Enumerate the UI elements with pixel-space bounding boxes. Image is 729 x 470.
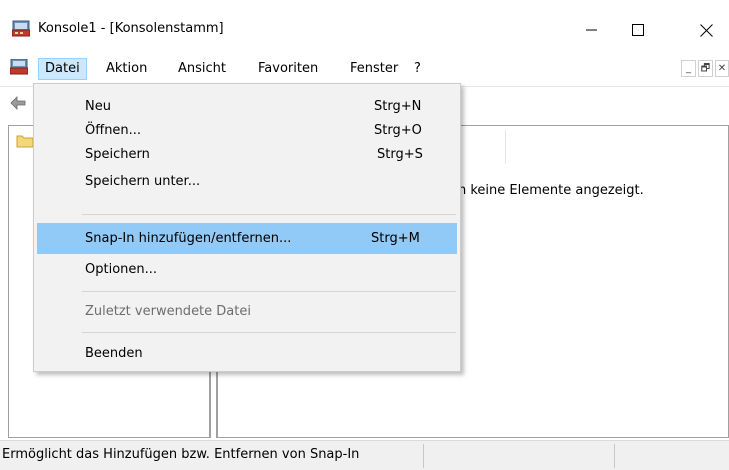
mmc-window: Konsole1 - [Konsolenstamm] Datei Aktion … bbox=[0, 0, 729, 470]
menu-item-speichern-unter[interactable]: Speichern unter... bbox=[37, 166, 457, 197]
menu-item-shortcut: Strg+O bbox=[374, 123, 422, 138]
window-title: Konsole1 - [Konsolenstamm] bbox=[38, 21, 224, 36]
maximize-button[interactable] bbox=[615, 15, 661, 45]
menu-item-label: Snap-In hinzufügen/entfernen... bbox=[85, 231, 292, 246]
menu-item-label: Speichern unter... bbox=[85, 174, 201, 189]
menu-ansicht[interactable]: Ansicht bbox=[172, 58, 232, 80]
menu-item-label: Neu bbox=[85, 99, 111, 114]
status-divider bbox=[423, 444, 424, 468]
menu-separator bbox=[82, 332, 456, 333]
file-menu: Neu Strg+N Öffnen... Strg+O Speichern St… bbox=[33, 83, 461, 372]
mmc-console-icon[interactable] bbox=[11, 20, 31, 37]
minimize-button[interactable] bbox=[569, 15, 615, 45]
menu-item-label: Optionen... bbox=[85, 262, 158, 277]
menu-item-snapin[interactable]: Snap-In hinzufügen/entfernen... Strg+M bbox=[37, 223, 457, 254]
menu-fenster[interactable]: Fenster bbox=[344, 58, 404, 80]
status-bar: Ermöglicht das Hinzufügen bzw. Entfernen… bbox=[0, 440, 729, 470]
mdi-close-button[interactable]: ✕ bbox=[715, 60, 729, 77]
folder-icon[interactable] bbox=[16, 134, 34, 152]
menu-item-shortcut: Strg+N bbox=[374, 99, 422, 114]
status-divider bbox=[614, 444, 615, 468]
menu-help[interactable]: ? bbox=[408, 58, 427, 80]
menu-item-shortcut: Strg+S bbox=[377, 147, 423, 162]
menu-item-label: Öffnen... bbox=[85, 123, 142, 138]
menu-separator bbox=[82, 214, 456, 215]
menu-item-label: Beenden bbox=[85, 346, 143, 361]
mdi-minimize-button[interactable]: _ bbox=[681, 60, 696, 77]
empty-message: n keine Elemente angezeigt. bbox=[458, 183, 644, 198]
menu-item-optionen[interactable]: Optionen... bbox=[37, 254, 457, 285]
menu-item-label: Speichern bbox=[85, 147, 150, 162]
status-text: Ermöglicht das Hinzufügen bzw. Entfernen… bbox=[2, 447, 360, 462]
title-bar[interactable]: Konsole1 - [Konsolenstamm] bbox=[0, 0, 729, 50]
menu-favoriten[interactable]: Favoriten bbox=[252, 58, 324, 80]
menu-datei[interactable]: Datei bbox=[38, 58, 87, 80]
menu-aktion[interactable]: Aktion bbox=[100, 58, 153, 80]
menu-bar: Datei Aktion Ansicht Favoriten Fenster ?… bbox=[0, 54, 729, 81]
menu-item-label: Zuletzt verwendete Datei bbox=[85, 304, 251, 319]
document-icon[interactable] bbox=[9, 58, 29, 75]
back-arrow-icon[interactable] bbox=[10, 96, 26, 114]
column-divider[interactable] bbox=[505, 130, 506, 164]
mdi-restore-button[interactable]: 🗗 bbox=[698, 60, 713, 77]
menu-item-shortcut: Strg+M bbox=[371, 231, 420, 246]
menu-item-recent-file: Zuletzt verwendete Datei bbox=[37, 296, 457, 327]
close-button[interactable] bbox=[683, 15, 729, 45]
menu-separator bbox=[82, 291, 456, 292]
menu-item-beenden[interactable]: Beenden bbox=[37, 338, 457, 369]
